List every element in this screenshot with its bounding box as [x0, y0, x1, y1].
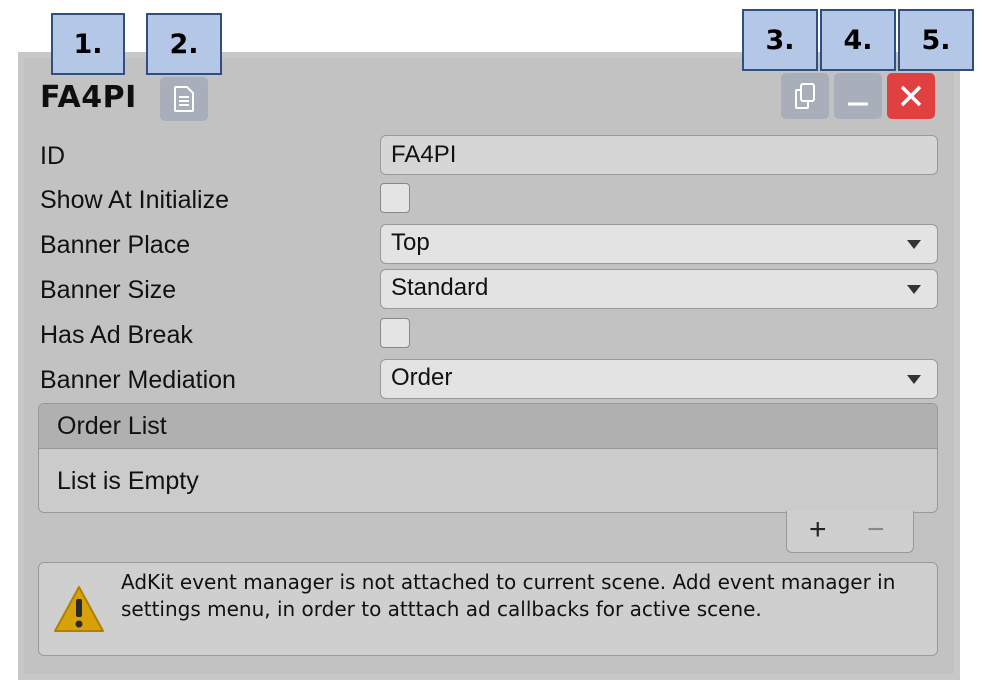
chevron-down-icon — [907, 240, 921, 249]
order-list-footer: + − — [786, 511, 914, 553]
banner-size-value: Standard — [391, 274, 489, 301]
chevron-down-icon — [907, 285, 921, 294]
documentation-button[interactable] — [160, 77, 208, 121]
document-icon — [174, 86, 194, 112]
id-field[interactable]: FA4PI — [380, 135, 938, 175]
copy-icon — [795, 83, 815, 109]
chevron-down-icon — [907, 375, 921, 384]
banner-mediation-dropdown[interactable]: Order — [380, 359, 938, 399]
close-icon — [900, 85, 922, 107]
has-ad-break-label: Has Ad Break — [40, 321, 193, 349]
order-list: Order List List is Empty — [38, 403, 938, 513]
minimize-icon — [848, 102, 868, 106]
add-item-button[interactable]: + — [809, 513, 827, 547]
order-list-header: Order List — [39, 404, 937, 449]
order-list-empty-text: List is Empty — [57, 467, 199, 495]
callout-5: 5. — [898, 9, 974, 71]
show-at-initialize-checkbox[interactable] — [380, 183, 410, 213]
callout-1: 1. — [51, 13, 125, 75]
banner-place-value: Top — [391, 229, 430, 256]
banner-size-label: Banner Size — [40, 276, 177, 304]
callout-4: 4. — [820, 9, 896, 71]
remove-item-button[interactable]: − — [867, 513, 885, 547]
banner-mediation-label: Banner Mediation — [40, 366, 236, 394]
warning-helpbox: AdKit event manager is not attached to c… — [38, 562, 938, 656]
warning-text: AdKit event manager is not attached to c… — [121, 570, 896, 621]
warning-icon — [54, 586, 104, 632]
id-label: ID — [40, 142, 65, 170]
component-title: FA4PI — [40, 80, 137, 115]
callout-3: 3. — [742, 9, 818, 71]
show-at-initialize-label: Show At Initialize — [40, 186, 229, 214]
banner-place-dropdown[interactable]: Top — [380, 224, 938, 264]
banner-place-label: Banner Place — [40, 231, 191, 259]
close-button[interactable] — [887, 73, 935, 119]
copy-button[interactable] — [781, 73, 829, 119]
banner-size-dropdown[interactable]: Standard — [380, 269, 938, 309]
has-ad-break-checkbox[interactable] — [380, 318, 410, 348]
minimize-button[interactable] — [834, 73, 882, 119]
callout-2: 2. — [146, 13, 222, 75]
banner-mediation-value: Order — [391, 364, 453, 391]
